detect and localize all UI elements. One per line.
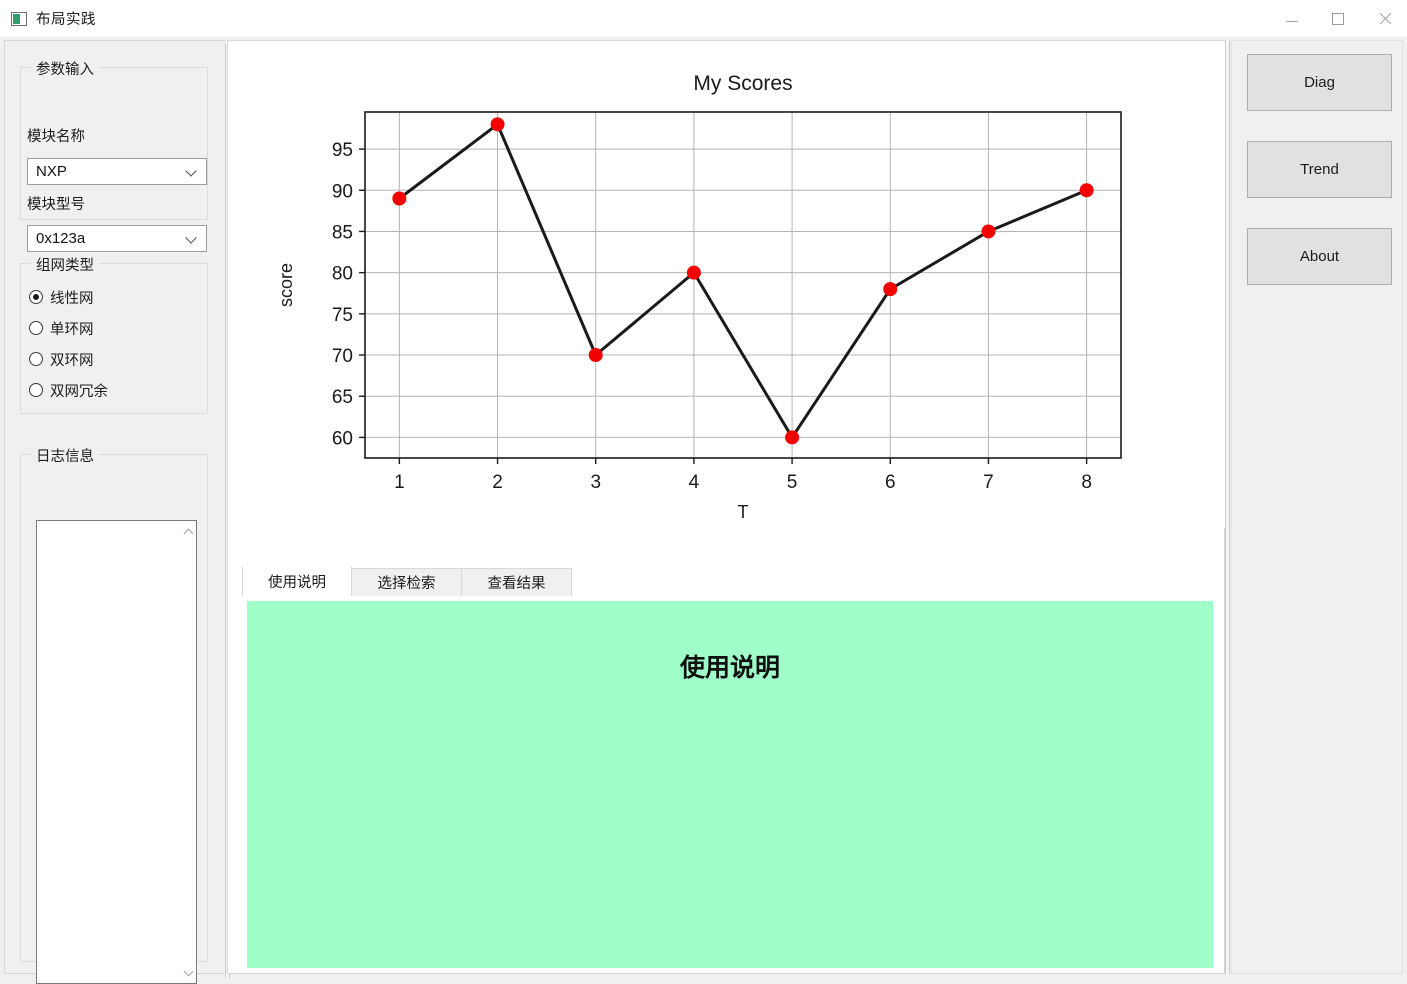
close-icon <box>1378 12 1391 25</box>
tab-select-search[interactable]: 选择检索 <box>352 568 462 596</box>
x-axis-label: T <box>738 502 749 522</box>
y-tick-label: 95 <box>332 140 353 161</box>
scroll-down-icon[interactable] <box>180 964 197 981</box>
close-button[interactable] <box>1361 0 1407 37</box>
chart-canvas: 60 65 70 75 80 85 90 95 1 2 3 4 5 6 7 8 My Scores Tscore <box>276 72 1122 522</box>
data-point <box>686 265 701 280</box>
data-point <box>588 348 603 363</box>
window-titlebar: 布局实践 <box>0 0 1407 37</box>
window-body: 参数输入 模块名称 NXP 模块型号 0x123a 组网类型 线性网 单环网 双… <box>0 37 1407 984</box>
data-point <box>1079 183 1094 198</box>
maximize-button[interactable] <box>1315 0 1361 37</box>
tab-label: 查看结果 <box>487 576 546 592</box>
plot-frame <box>364 111 1122 459</box>
tab-usage-instructions[interactable]: 使用说明 <box>242 566 352 596</box>
y-tick-label: 80 <box>332 264 353 285</box>
radio-label: 双网冗余 <box>50 383 108 400</box>
chart-title: My Scores <box>693 72 792 95</box>
y-axis-label: score <box>276 263 296 307</box>
y-tick-label: 85 <box>332 222 353 243</box>
right-panel: Diag Trend About <box>1231 40 1403 974</box>
module-name-value: NXP <box>36 163 67 180</box>
data-line <box>398 122 1088 439</box>
radio-linear-network[interactable]: 线性网 <box>29 287 94 307</box>
diag-button-label: Diag <box>1304 74 1335 91</box>
x-tick-label: 7 <box>983 472 994 493</box>
chevron-down-icon <box>187 234 197 244</box>
module-type-select[interactable]: 0x123a <box>27 225 207 252</box>
tab-label: 使用说明 <box>268 575 326 591</box>
radio-label: 单环网 <box>50 321 94 338</box>
tab-label: 选择检索 <box>377 576 436 592</box>
app-icon <box>11 11 27 26</box>
minimize-icon <box>1286 15 1298 22</box>
module-type-label: 模块型号 <box>27 197 85 213</box>
y-tick-label: 60 <box>332 428 353 449</box>
scroll-up-icon[interactable] <box>180 523 197 540</box>
y-tick-label: 75 <box>332 305 353 326</box>
usage-instructions-panel: 使用说明 <box>247 601 1213 968</box>
tab-section: 使用说明 选择检索 查看结果 使用说明 <box>242 528 1218 973</box>
radio-icon <box>29 383 43 397</box>
x-tick-label: 1 <box>394 472 405 493</box>
radio-label: 线性网 <box>50 290 94 307</box>
data-point <box>490 117 505 132</box>
radio-double-ring-network[interactable]: 双环网 <box>29 349 94 369</box>
window-title: 布局实践 <box>36 12 96 28</box>
radio-icon <box>29 290 43 304</box>
trend-button[interactable]: Trend <box>1247 141 1392 198</box>
network-type-group-title: 组网类型 <box>31 254 99 275</box>
chevron-down-icon <box>187 167 197 177</box>
diag-button[interactable]: Diag <box>1247 54 1392 111</box>
y-tick-label: 90 <box>332 181 353 202</box>
center-panel: 60 65 70 75 80 85 90 95 1 2 3 4 5 6 7 8 My Scores Tscore … <box>227 40 1226 974</box>
module-name-select[interactable]: NXP <box>27 158 207 185</box>
radio-icon <box>29 321 43 335</box>
module-name-label: 模块名称 <box>27 129 85 145</box>
radio-single-ring-network[interactable]: 单环网 <box>29 318 94 338</box>
module-type-value: 0x123a <box>36 230 86 247</box>
window-controls <box>1269 0 1407 37</box>
scores-chart: 60 65 70 75 80 85 90 95 1 2 3 4 5 6 7 8 My Scores Tscore <box>228 41 1226 528</box>
radio-label: 双环网 <box>50 352 94 369</box>
tab-view-results[interactable]: 查看结果 <box>462 568 572 596</box>
tabstrip: 使用说明 选择检索 查看结果 <box>242 566 572 596</box>
data-point <box>392 191 407 206</box>
data-point <box>785 430 800 445</box>
about-button[interactable]: About <box>1247 228 1392 285</box>
x-tick-label: 6 <box>885 472 896 493</box>
usage-instructions-heading: 使用说明 <box>679 653 780 682</box>
x-tick-label: 2 <box>492 472 503 493</box>
trend-button-label: Trend <box>1300 161 1339 178</box>
radio-dual-network-redundancy[interactable]: 双网冗余 <box>29 380 108 400</box>
x-tick-label: 8 <box>1081 472 1092 493</box>
x-tick-label: 5 <box>787 472 798 493</box>
x-tick-label: 4 <box>689 472 700 493</box>
about-button-label: About <box>1299 248 1340 265</box>
data-point <box>981 224 996 239</box>
log-info-group-title: 日志信息 <box>31 445 99 466</box>
minimize-button[interactable] <box>1269 0 1315 37</box>
maximize-icon <box>1332 12 1344 25</box>
tab-content-panel: 使用说明 <box>242 596 1218 973</box>
data-point <box>883 282 898 297</box>
left-panel: 参数输入 模块名称 NXP 模块型号 0x123a 组网类型 线性网 单环网 双… <box>4 40 230 984</box>
y-tick-label: 70 <box>332 346 353 367</box>
x-tick-label: 3 <box>590 472 601 493</box>
log-scrollbar[interactable] <box>179 521 196 983</box>
radio-icon <box>29 352 43 366</box>
parameter-input-group-title: 参数输入 <box>31 58 99 79</box>
log-textarea[interactable] <box>36 520 197 984</box>
y-tick-label: 65 <box>332 387 353 408</box>
